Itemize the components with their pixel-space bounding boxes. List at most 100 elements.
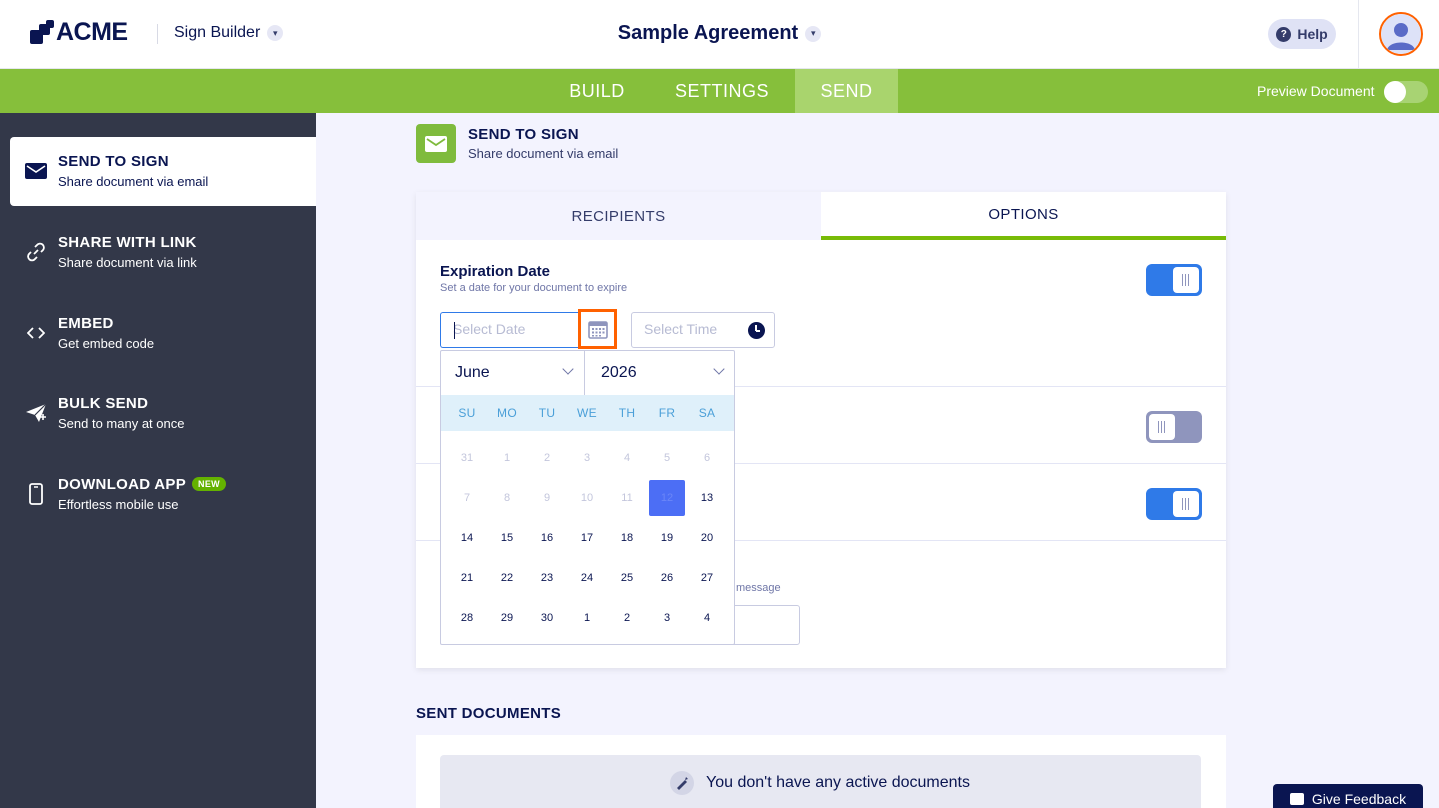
header-divider (1358, 0, 1359, 69)
weekday-label: TH (618, 406, 636, 420)
calendar-day: 8 (503, 492, 511, 504)
calendar-day-selected[interactable]: 12 (649, 480, 685, 516)
sidebar-item-title: DOWNLOAD APP (58, 476, 187, 493)
calendar-day[interactable]: 16 (527, 518, 567, 558)
calendar-button[interactable] (578, 309, 617, 349)
envelope-icon (24, 159, 48, 183)
calendar-day[interactable]: 4 (687, 598, 727, 638)
tab-recipients[interactable]: RECIPIENTS (416, 192, 821, 240)
calendar-days-grid: 31 1 2 3 4 5 6 7 8 9 10 11 12 13 14 15 16 17 18 19 20 21 22 23 2… (447, 438, 729, 638)
calendar-day[interactable]: 3 (647, 598, 687, 638)
chevron-down-icon: ▾ (805, 25, 822, 42)
calendar-day[interactable]: 29 (487, 598, 527, 638)
avatar[interactable] (1379, 12, 1423, 56)
calendar-day[interactable]: 22 (487, 558, 527, 598)
calendar-day: 7 (463, 492, 471, 504)
toggle-knob (1384, 81, 1406, 103)
empty-state-text: You don't have any active documents (706, 774, 970, 791)
message-hint: message (736, 582, 781, 594)
calendar-day[interactable]: 24 (567, 558, 607, 598)
help-button[interactable]: ? Help (1268, 19, 1336, 49)
calendar-icon (587, 321, 608, 339)
document-title: Sample Agreement (617, 22, 799, 44)
month-value: June (455, 364, 490, 381)
user-icon (1381, 14, 1421, 54)
calendar-day: 4 (623, 452, 631, 464)
weekday-label: SU (458, 406, 476, 420)
option-toggle-2[interactable] (1146, 411, 1202, 443)
expiration-toggle[interactable] (1146, 264, 1202, 296)
toggle-knob (1173, 267, 1199, 293)
sidebar-item-download-app[interactable]: DOWNLOAD APP NEW Effortless mobile use (10, 460, 316, 529)
calendar-day[interactable]: 17 (567, 518, 607, 558)
sidebar-item-send-to-sign[interactable]: SEND TO SIGN Share document via email (10, 137, 316, 206)
document-title-wrap: Sample Agreement ▾ (0, 22, 1439, 45)
date-picker-popup: June 2026 SU MO TU WE TH FR SA 31 1 2 3 4 5 6 7… (440, 350, 735, 645)
sidebar-item-share-with-link[interactable]: SHARE WITH LINK Share document via link (10, 218, 316, 287)
sent-documents-title: SENT DOCUMENTS (416, 705, 562, 722)
calendar-day[interactable]: 21 (447, 558, 487, 598)
calendar-day[interactable]: 1 (567, 598, 607, 638)
give-feedback-button[interactable]: Give Feedback (1273, 784, 1423, 808)
tab-build[interactable]: BUILD (548, 69, 646, 113)
calendar-day[interactable]: 2 (607, 598, 647, 638)
calendar-day[interactable]: 30 (527, 598, 567, 638)
calendar-day[interactable]: 25 (607, 558, 647, 598)
date-input[interactable] (453, 321, 573, 337)
calendar-day[interactable]: 28 (447, 598, 487, 638)
sidebar-item-bulk-send[interactable]: BULK SEND Send to many at once (10, 379, 316, 448)
sidebar-item-subtitle: Effortless mobile use (58, 497, 179, 512)
calendar-day[interactable]: 18 (607, 518, 647, 558)
toggle-knob (1149, 414, 1175, 440)
weekday-label: TU (538, 406, 556, 420)
weekday-label: FR (658, 406, 676, 420)
calendar-day[interactable]: 13 (687, 478, 727, 518)
chevron-down-icon (562, 363, 574, 375)
paper-plane-icon (24, 401, 48, 425)
calendar-day[interactable]: 27 (687, 558, 727, 598)
weekday-label: WE (577, 406, 597, 420)
year-select[interactable]: 2026 (585, 351, 735, 395)
month-select[interactable]: June (441, 351, 585, 395)
sent-documents-card: You don't have any active documents (416, 735, 1226, 808)
calendar-day[interactable]: 14 (447, 518, 487, 558)
tab-send[interactable]: SEND (795, 69, 898, 113)
calendar-day[interactable]: 20 (687, 518, 727, 558)
sidebar-item-subtitle: Send to many at once (58, 416, 185, 431)
builder-nav: BUILD SETTINGS SEND Preview Document (0, 69, 1439, 113)
tab-options[interactable]: OPTIONS (821, 192, 1226, 240)
top-header: ACME Sign Builder ▾ Sample Agreement ▾ ?… (0, 0, 1439, 69)
weekday-label: MO (497, 406, 517, 420)
calendar-day: 11 (621, 492, 633, 504)
sidebar-item-title: EMBED (58, 315, 114, 332)
phone-icon (24, 482, 48, 506)
new-badge: NEW (192, 477, 226, 491)
expiration-title: Expiration Date (440, 263, 551, 280)
option-toggle-3[interactable] (1146, 488, 1202, 520)
toggle-knob (1173, 491, 1199, 517)
question-icon: ? (1276, 26, 1292, 42)
time-field[interactable] (631, 312, 775, 348)
calendar-day[interactable]: 26 (647, 558, 687, 598)
code-icon (24, 321, 48, 345)
sidebar-item-subtitle: Share document via link (58, 255, 197, 270)
calendar-day[interactable]: 19 (647, 518, 687, 558)
sidebar-item-title: BULK SEND (58, 395, 149, 412)
clock-icon (748, 322, 765, 339)
preview-toggle[interactable] (1384, 81, 1428, 103)
calendar-day: 5 (663, 452, 671, 464)
empty-state: You don't have any active documents (440, 755, 1201, 808)
date-field[interactable] (440, 312, 580, 348)
weekday-header: SU MO TU WE TH FR SA (441, 395, 734, 431)
time-input[interactable] (644, 321, 764, 337)
calendar-day: 9 (543, 492, 551, 504)
document-title-button[interactable]: Sample Agreement ▾ (617, 22, 822, 45)
calendar-day[interactable]: 23 (527, 558, 567, 598)
sidebar-item-embed[interactable]: EMBED Get embed code (10, 299, 316, 368)
calendar-day: 3 (583, 452, 591, 464)
feedback-icon (1289, 793, 1304, 805)
tab-settings[interactable]: SETTINGS (660, 69, 784, 113)
expiration-subtitle: Set a date for your document to expire (440, 282, 628, 294)
calendar-day[interactable]: 15 (487, 518, 527, 558)
section-subtitle: Share document via email (468, 146, 619, 161)
